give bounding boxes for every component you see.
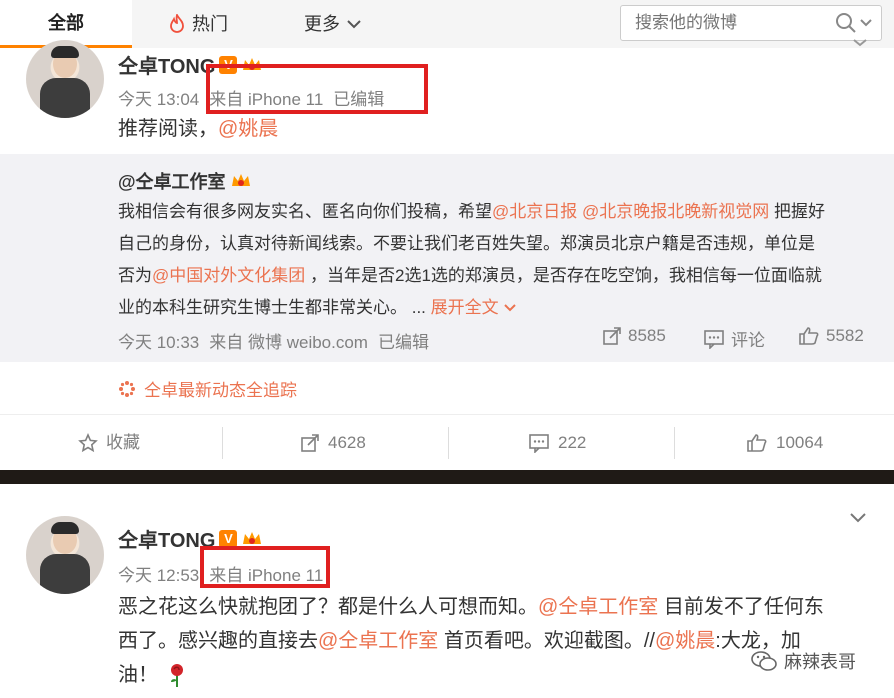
star-icon: [78, 433, 98, 453]
track-link[interactable]: 仝卓最新动态全追踪: [118, 376, 297, 401]
watermark-text: 麻辣表哥: [784, 652, 856, 672]
repost-time[interactable]: 今天 10:33: [118, 333, 199, 352]
repost-text-line: 把握好: [769, 202, 825, 221]
comment-count: 222: [558, 433, 587, 452]
tab-hot-label: 热门: [192, 14, 228, 34]
wechat-icon: [751, 651, 777, 671]
share-icon: [301, 434, 319, 452]
repost-meta: 今天 10:33 来自 微博 weibo.com 已编辑: [118, 328, 439, 353]
thumbs-up-icon: [799, 327, 819, 345]
mention-link[interactable]: @姚晨: [655, 630, 715, 652]
screenshot-divider: [0, 470, 894, 484]
flower-icon: [119, 380, 135, 397]
search-input[interactable]: [635, 13, 835, 33]
crown-icon: [231, 174, 250, 186]
expand-link[interactable]: 展开全文: [431, 298, 499, 317]
divider: [222, 427, 223, 459]
author-name-text: 仝卓TONG: [118, 56, 216, 78]
rose-icon: [171, 664, 183, 687]
repost-share-value: 8585: [628, 326, 666, 345]
repost-box: @仝卓工作室 我相信会有很多网友实名、匿名向你们投稿，希望@北京日报 @北京晚报…: [0, 154, 894, 362]
chevron-down-icon[interactable]: [848, 512, 868, 524]
repost-comment-label: 评论: [731, 331, 765, 350]
repost-author-text: @仝卓工作室: [118, 172, 226, 192]
post-time[interactable]: 今天 13:04: [118, 90, 199, 109]
mention-link[interactable]: @北京晚报北晚新视觉网: [582, 202, 769, 221]
top-tab-bar: 全部 热门 更多: [0, 0, 894, 48]
action-bar: 收藏 4628 222 10064: [0, 414, 894, 470]
repost-text-line: 否为: [118, 266, 152, 285]
post-text: 推荐阅读，@姚晨: [118, 112, 278, 146]
comment-icon: [529, 434, 549, 453]
repost-share-count[interactable]: 8585: [602, 326, 666, 346]
post-time[interactable]: 今天 12:53: [118, 566, 199, 585]
like-count: 10064: [776, 433, 824, 452]
repost-text-line: 我相信会有很多网友实名、匿名向你们投稿，希望: [118, 202, 492, 221]
post-text-line: 油！: [118, 664, 158, 686]
repost-text-line: 业的本科生研究生博士生都非常关心。 ...: [118, 298, 426, 317]
crown-icon: [243, 531, 262, 544]
tab-more-label: 更多: [304, 14, 340, 34]
avatar[interactable]: [26, 40, 104, 118]
repost-button[interactable]: 4628: [300, 415, 366, 471]
divider: [448, 427, 449, 459]
tab-hot[interactable]: 热门: [168, 0, 228, 48]
repost-author[interactable]: @仝卓工作室: [118, 168, 252, 194]
highlight-box: [200, 546, 330, 588]
verified-icon: V: [219, 529, 238, 548]
thumbs-up-icon: [747, 434, 767, 452]
mention-link[interactable]: @姚晨: [218, 118, 278, 140]
mention-link[interactable]: @北京日报: [492, 202, 577, 221]
favorite-button[interactable]: 收藏: [78, 415, 140, 471]
search-box[interactable]: [620, 5, 882, 41]
track-link-label: 仝卓最新动态全追踪: [144, 381, 297, 400]
avatar[interactable]: [26, 516, 104, 594]
favorite-label: 收藏: [106, 433, 140, 452]
post-text-line: 西了。感兴趣的直接去: [118, 630, 318, 652]
flame-icon: [170, 14, 184, 33]
repost-source: 来自 微博 weibo.com: [209, 333, 368, 352]
chevron-down-icon[interactable]: [503, 303, 517, 313]
repost-like-count[interactable]: 5582: [798, 326, 864, 346]
repost-comment[interactable]: 评论: [703, 326, 765, 351]
post-text-line: 恶之花这么快就抱团了？都是什么人可想而知。: [118, 596, 538, 618]
watermark: 麻辣表哥: [750, 648, 856, 674]
comment-icon: [704, 329, 724, 349]
divider: [674, 427, 675, 459]
post-text-line: 首页看吧。欢迎截图。//: [438, 630, 655, 652]
repost-text: 我相信会有很多网友实名、匿名向你们投稿，希望@北京日报 @北京晚报北晚新视觉网 …: [118, 196, 878, 324]
mention-link[interactable]: @仝卓工作室: [318, 630, 438, 652]
post-text: 恶之花这么快就抱团了？都是什么人可想而知。@仝卓工作室 目前发不了任何东 西了。…: [118, 590, 878, 692]
mention-link[interactable]: @中国对外文化集团: [152, 266, 305, 285]
more-icon[interactable]: [850, 38, 870, 48]
search-icon[interactable]: [835, 12, 857, 34]
repost-text-line: ，当年是否2选1选的郑演员，是否存在吃空饷，我相信每一位面临就: [305, 266, 822, 285]
post-text-prefix: 推荐阅读，: [118, 118, 218, 140]
repost-text-line: 自己的身份，认真对待新闻线索。不要让我们老百姓失望。郑演员北京户籍是否违规，单位…: [118, 234, 815, 253]
comment-button[interactable]: 222: [528, 415, 586, 471]
like-button[interactable]: 10064: [746, 415, 823, 471]
post-text-line: 目前发不了任何东: [658, 596, 824, 618]
share-icon: [603, 327, 621, 345]
tab-more[interactable]: 更多: [304, 0, 362, 48]
highlight-box: [206, 64, 428, 114]
repost-edited[interactable]: 已编辑: [378, 333, 429, 352]
chevron-down-icon[interactable]: [859, 18, 873, 28]
mention-link[interactable]: @仝卓工作室: [538, 596, 658, 618]
repost-like-value: 5582: [826, 326, 864, 345]
chevron-down-icon: [347, 20, 361, 29]
repost-count: 4628: [328, 433, 366, 452]
